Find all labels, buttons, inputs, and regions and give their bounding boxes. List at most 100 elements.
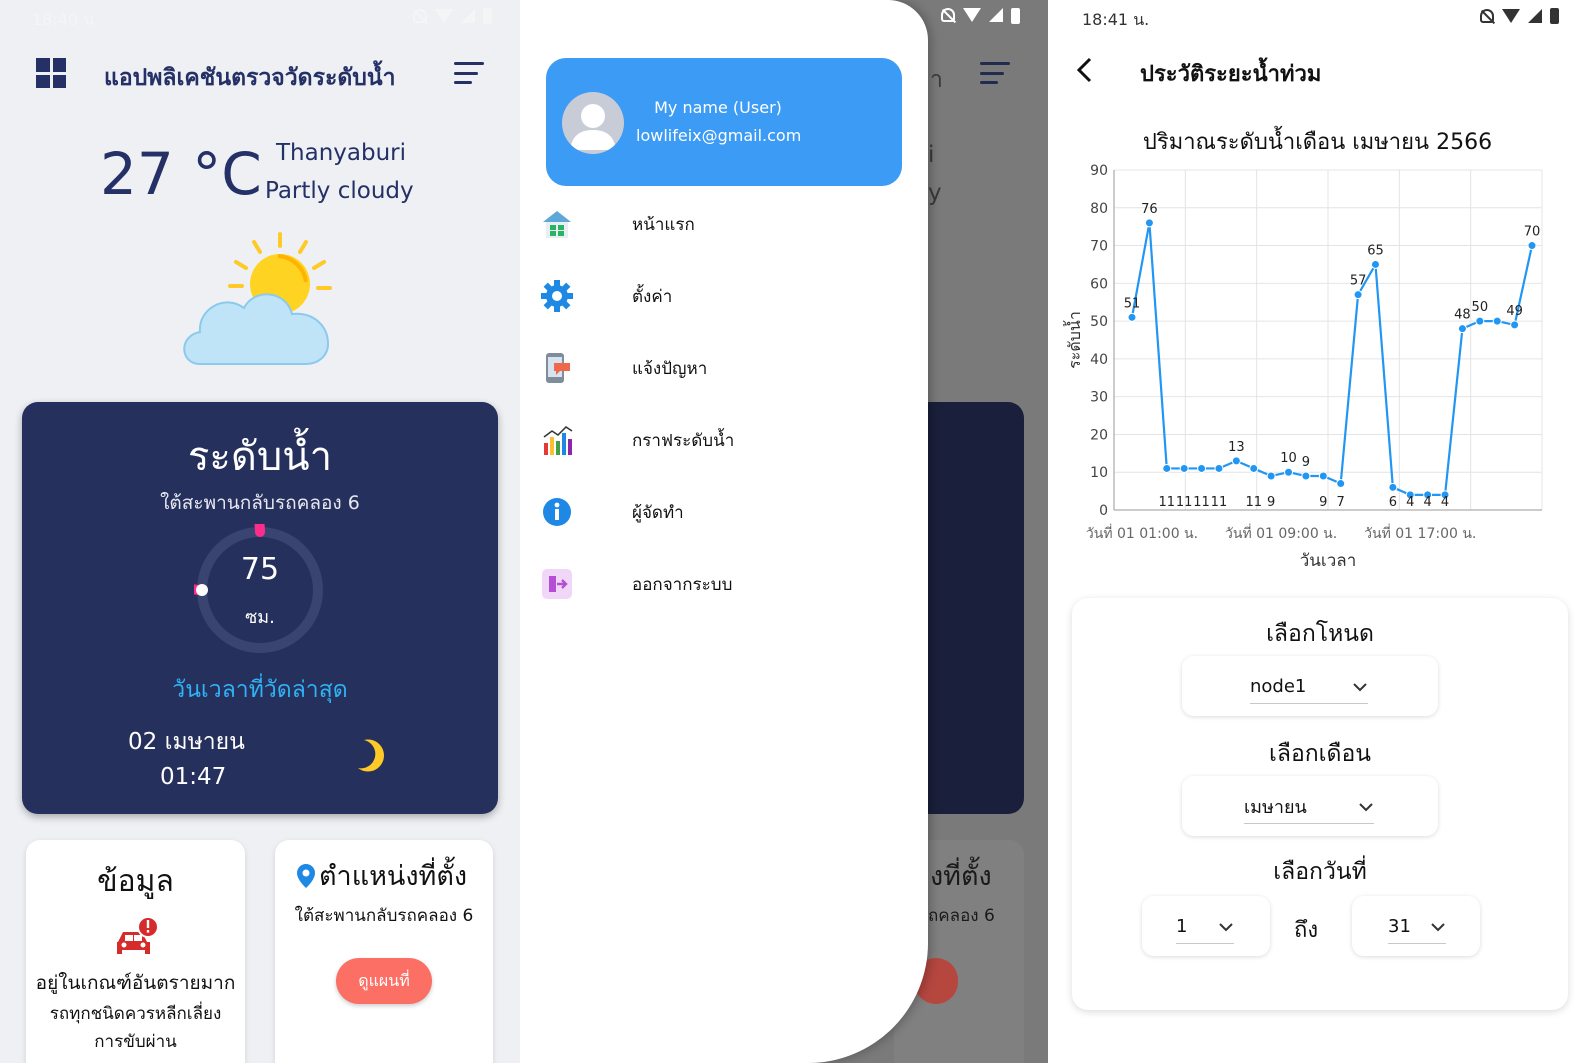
data-label: 6	[1389, 495, 1397, 510]
avatar	[562, 92, 624, 154]
data-label: 7	[1337, 495, 1345, 510]
location-pin-icon	[297, 863, 315, 888]
location-card-title: ตำแหน่งที่ตั้ง	[319, 861, 468, 892]
ghost-loc-place: ถคลอง 6	[928, 906, 995, 926]
drawer-item-home[interactable]: หน้าแรก	[540, 202, 900, 246]
data-point	[1318, 471, 1328, 481]
advice-line-1: รถทุกชนิดควรหลีกเลี่ยง	[49, 1004, 222, 1024]
city-name: Thanyaburi	[276, 140, 407, 166]
water-level-chart: 0 10 20 30 40 50 60 70 80 90 วันที่ 01 01:00 น. วัน…	[1063, 163, 1543, 571]
drawer-item-report[interactable]: แจ้งปัญหา	[540, 346, 900, 390]
node-select-value: node1	[1250, 676, 1307, 697]
data-point	[1162, 463, 1172, 473]
data-label: 4	[1424, 495, 1432, 510]
signal-icon	[461, 9, 475, 23]
user-profile-card[interactable]: My name (User) lowlifeix@gmail.com	[546, 58, 902, 186]
data-label: 57	[1350, 274, 1367, 289]
y-tick-label: 60	[1090, 276, 1108, 292]
y-tick-label: 10	[1090, 465, 1108, 481]
location-place: ใต้สะพานกลับรถคลอง 6	[294, 906, 474, 926]
x-tick-label: วันที่ 01 01:00 น.	[1086, 524, 1198, 542]
back-arrow-icon[interactable]	[1074, 56, 1096, 84]
view-map-button[interactable]: ดูแผนที่	[336, 958, 432, 1004]
y-axis-title: ระดับน้ำ	[1063, 311, 1084, 369]
data-point	[1249, 463, 1259, 473]
level-card-title: ระดับน้ำ	[187, 434, 333, 480]
data-point	[1266, 471, 1276, 481]
battery-icon	[1011, 8, 1020, 24]
data-point	[1127, 312, 1137, 322]
battery-icon	[1550, 8, 1559, 24]
data-label: 4	[1406, 495, 1414, 510]
data-label: 11	[1176, 495, 1193, 510]
water-level-card: ระดับน้ำ ใต้สะพานกลับรถคลอง 6 75 ซม. วัน…	[22, 402, 498, 814]
drawer-item-chart[interactable]: กราฟระดับน้ำ	[540, 418, 900, 462]
nav-drawer: My name (User) lowlifeix@gmail.com หน้าแ…	[520, 0, 928, 1063]
latest-measure-label: วันเวลาที่วัดล่าสุด	[172, 677, 348, 703]
drawer-item-about[interactable]: ผู้จัดทำ	[540, 490, 900, 534]
data-label: 10	[1280, 451, 1297, 466]
partly-cloudy-icon	[183, 232, 332, 365]
y-tick-label: 40	[1090, 352, 1108, 368]
x-axis-title: วันเวลา	[1300, 551, 1357, 571]
gear-icon	[540, 279, 574, 313]
data-point	[1527, 241, 1537, 251]
latest-time: 01:47	[160, 764, 227, 790]
home-screen: 18:40 น. แอปพลิเคชันตรวจวัดระดับน้ำ 27 °…	[0, 0, 520, 1063]
status-time: 18:40 น.	[32, 10, 100, 29]
y-tick-label: 90	[1090, 163, 1108, 179]
app-title: แอปพลิเคชันตรวจวัดระดับน้ำ	[104, 65, 396, 91]
app-bar: แอปพลิเคชันตรวจวัดระดับน้ำ	[0, 52, 520, 96]
data-point	[1144, 218, 1154, 228]
data-label: 11	[1159, 495, 1176, 510]
ghost-menu-icon	[980, 62, 1010, 84]
dashboard-icon[interactable]	[36, 58, 66, 88]
data-point	[1370, 259, 1380, 269]
drawer-item-label: ผู้จัดทำ	[632, 502, 684, 523]
data-point	[1457, 324, 1467, 334]
status-bar: 18:41 น.	[1048, 0, 1587, 34]
chevron-down-icon	[1359, 802, 1373, 811]
ghost-loc-title: งที่ตั้ง	[930, 861, 992, 892]
drawer-item-label: ออกจากระบบ	[632, 574, 733, 595]
drawer-item-label: หน้าแรก	[632, 214, 695, 235]
y-tick-label: 30	[1090, 390, 1108, 406]
day-select-label: เลือกวันที่	[1273, 859, 1367, 885]
menu-icon[interactable]	[454, 62, 484, 84]
data-point	[1492, 316, 1502, 326]
logout-icon	[540, 567, 574, 601]
day-to-select[interactable]: 31	[1352, 896, 1480, 956]
day-from-select[interactable]: 1	[1142, 896, 1270, 956]
battery-icon	[483, 8, 492, 24]
wifi-icon	[1502, 9, 1520, 23]
drawer-item-settings[interactable]: ตั้งค่า	[540, 274, 900, 318]
filter-panel: เลือกโหนด node1 เลือกเดือน เมษายน เลือกว…	[1072, 598, 1568, 1010]
data-point	[1336, 479, 1346, 489]
node-select-label: เลือกโหนด	[1266, 621, 1374, 647]
data-point	[1475, 316, 1485, 326]
user-icon	[570, 104, 616, 150]
data-point	[1284, 467, 1294, 477]
ghost-city: i	[928, 142, 935, 168]
info-card[interactable]: ข้อมูล อยู่ในเกณฑ์อันตรายมาก รถทุกชนิดคว…	[26, 840, 245, 1063]
month-select[interactable]: เมษายน	[1182, 776, 1438, 836]
y-tick-label: 70	[1090, 239, 1108, 255]
status-bar: 18:40 น.	[0, 0, 520, 34]
drawer-screen: า i y งที่ตั้ง ถคลอง 6 My name (User) lo…	[520, 0, 1048, 1063]
ghost-title: า	[930, 67, 943, 93]
drawer-item-logout[interactable]: ออกจากระบบ	[540, 562, 900, 606]
node-select[interactable]: node1	[1182, 656, 1438, 716]
y-tick-label: 0	[1099, 503, 1108, 519]
to-label: ถึง	[1294, 918, 1319, 943]
day-to-value: 31	[1388, 916, 1411, 937]
x-tick-label: วันที่ 01 17:00 น.	[1364, 524, 1476, 542]
data-label: 9	[1319, 495, 1327, 510]
wifi-icon	[963, 8, 981, 22]
data-label: 70	[1524, 225, 1541, 240]
chevron-down-icon	[1353, 682, 1367, 691]
ghost-condition: y	[928, 180, 942, 206]
drawer-item-label: แจ้งปัญหา	[632, 358, 708, 379]
mute-icon	[941, 8, 955, 22]
signal-icon	[1528, 9, 1542, 23]
signal-icon	[989, 8, 1003, 22]
